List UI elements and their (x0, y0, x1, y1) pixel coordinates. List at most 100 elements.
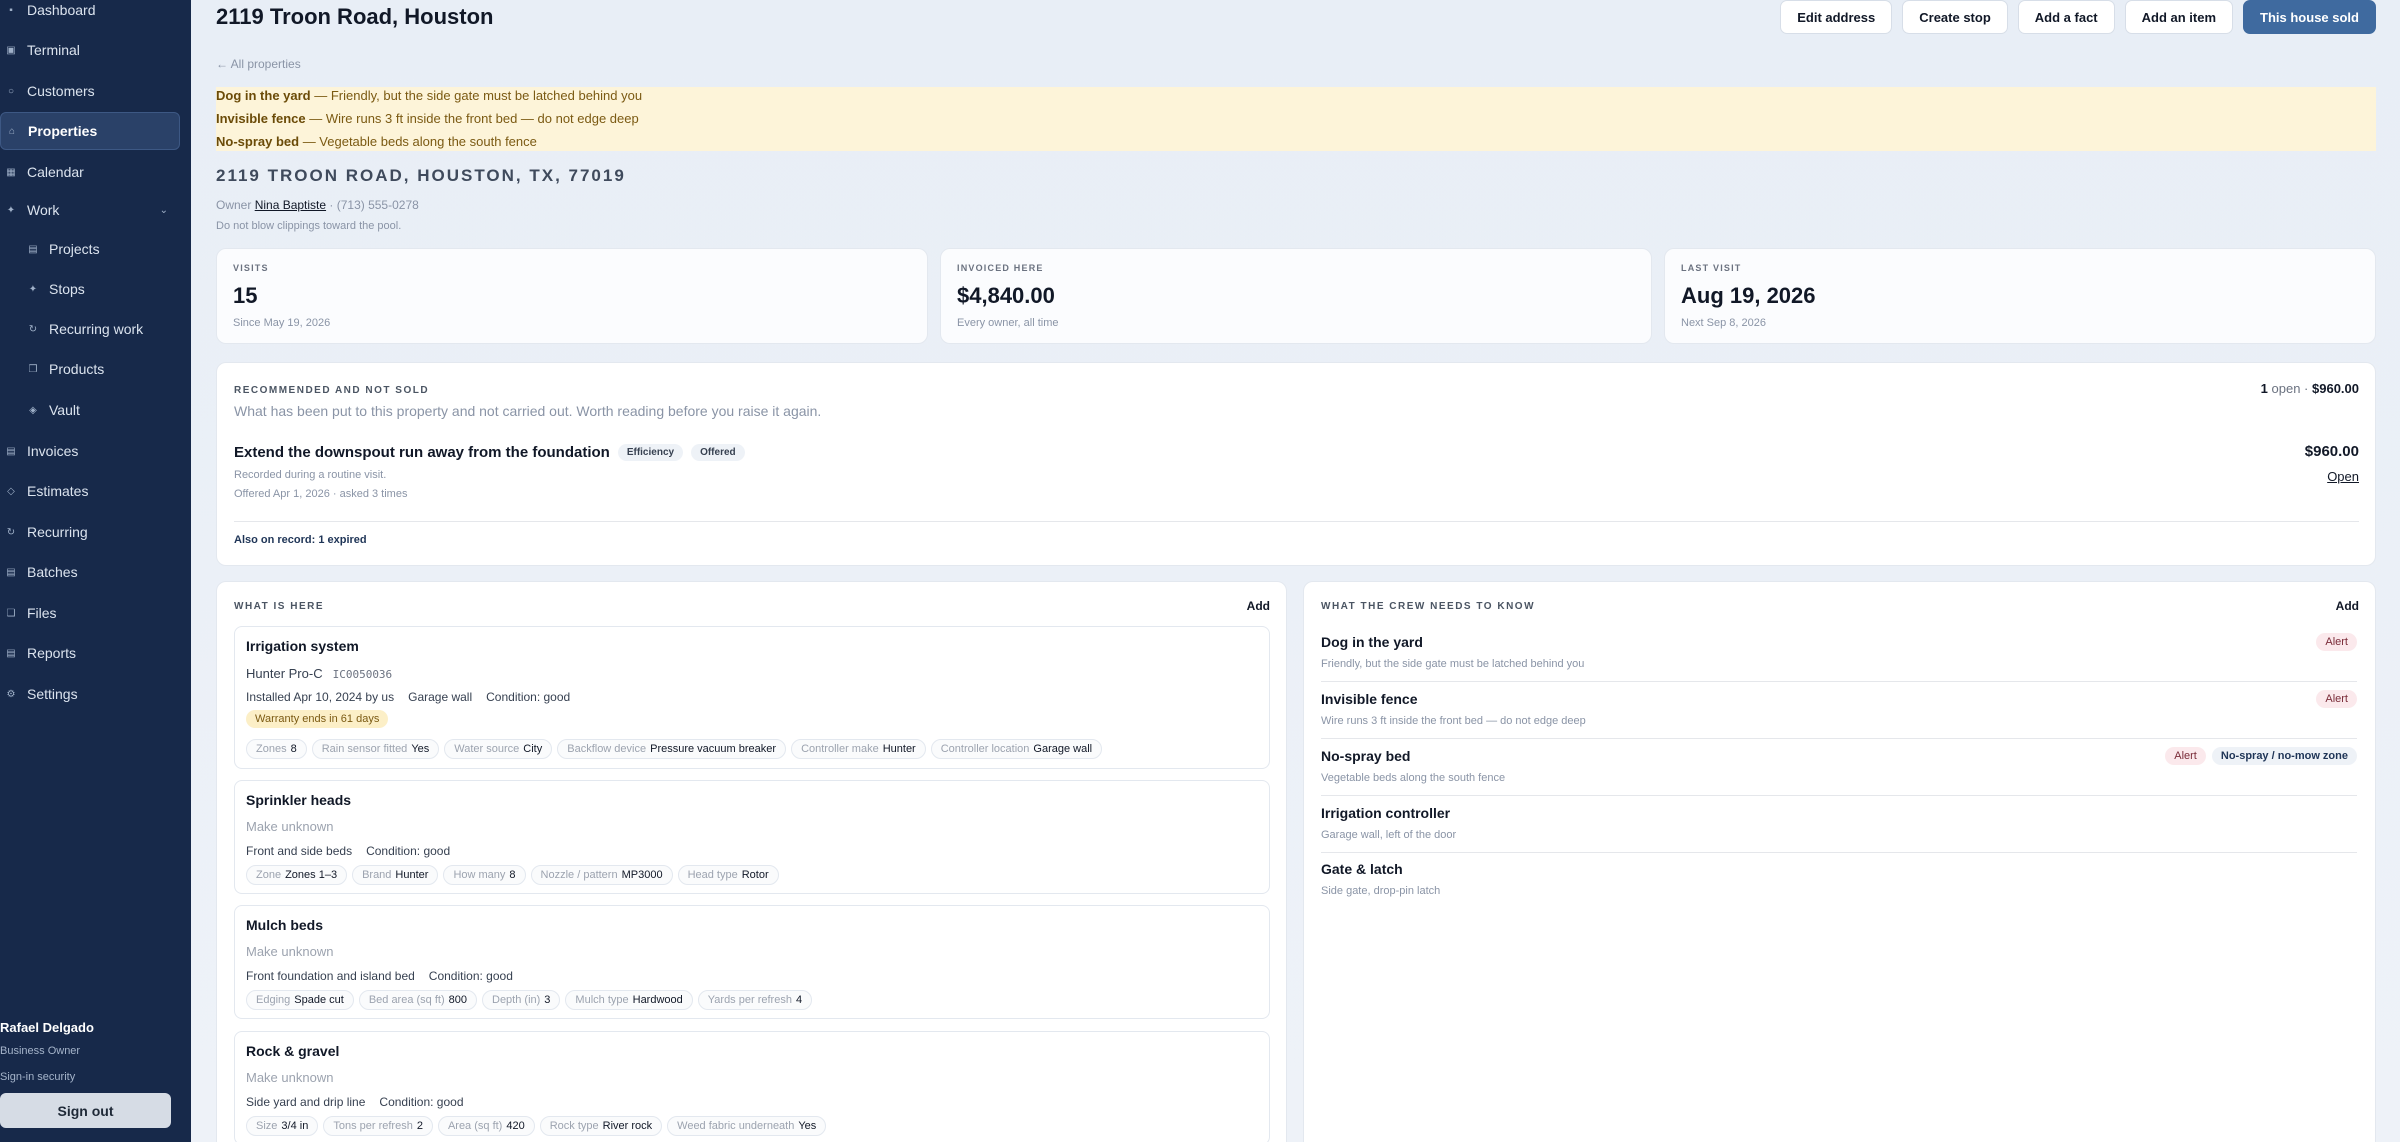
sidebar-item-terminal[interactable]: ▣ Terminal (0, 31, 180, 69)
asset-card[interactable]: Sprinkler heads Make unknown Front and s… (234, 780, 1270, 894)
chip-value: Hardwood (632, 994, 683, 1006)
add-fact-button[interactable]: Add a fact (2017, 0, 2115, 34)
crew-note[interactable]: Invisible fence Wire runs 3 ft inside th… (1321, 682, 2357, 739)
asset-details: Installed Apr 10, 2024 by us Garage wall C… (246, 690, 570, 704)
create-stop-button[interactable]: Create stop (1902, 0, 2008, 34)
owner-name-link[interactable]: Nina Baptiste (255, 198, 326, 212)
crew-note-desc: Wire runs 3 ft inside the front bed — do… (1321, 715, 1586, 727)
asset-serial: IC0050036 (332, 668, 393, 681)
sign-in-security-link[interactable]: Sign-in security (0, 1071, 75, 1083)
crew-note-desc: Vegetable beds along the south fence (1321, 772, 1506, 784)
chip-value: Hunter (395, 869, 429, 881)
asset-make: Make unknown (246, 819, 334, 834)
crew-note[interactable]: Gate & latch Side gate, drop-pin latch (1321, 852, 2357, 909)
recommended-card: RECOMMENDED AND NOT SOLD What has been p… (216, 362, 2376, 566)
sidebar-item-label: Properties (28, 123, 98, 139)
chevron-down-icon[interactable]: ⌄ (160, 205, 168, 216)
alert-tag: Alert (2165, 747, 2206, 765)
sidebar-item-label: Estimates (27, 483, 89, 499)
edit-address-button[interactable]: Edit address (1780, 0, 1893, 34)
stat-sub: Since May 19, 2026 (233, 317, 331, 329)
main-content: 2119 Troon Road, Houston Edit address Cr… (191, 0, 2400, 1142)
chip-value: Zones 1–3 (285, 869, 338, 881)
attribute-chip: Edging Spade cut (246, 990, 354, 1010)
sidebar-item-label: Terminal (27, 42, 80, 58)
crew-note-desc: Friendly, but the side gate must be latc… (1321, 658, 1585, 670)
add-item-button[interactable]: Add an item (2124, 0, 2234, 34)
dashboard-icon: ▪ (9, 4, 13, 16)
all-properties-link[interactable]: ← All properties (216, 57, 301, 71)
house-sold-button[interactable]: This house sold (2243, 0, 2376, 34)
sidebar-item-work[interactable]: ✦ Work ⌄ (0, 191, 180, 229)
sidebar-item-label: Customers (27, 83, 95, 99)
sidebar-item-properties[interactable]: ⌂ Properties (0, 112, 180, 150)
sidebar-item-reports[interactable]: ▤ Reports (0, 634, 180, 672)
batches-icon: ▤ (6, 566, 16, 578)
sidebar-item-calendar[interactable]: ▦ Calendar (0, 153, 180, 191)
sidebar-item-dashboard[interactable]: ▪ Dashboard (0, 0, 180, 29)
open-link[interactable]: Open (2327, 469, 2359, 484)
work-icon: ✦ (6, 204, 16, 216)
asset-card[interactable]: Irrigation system Hunter Pro-C IC0050036 … (234, 626, 1270, 769)
sidebar-item-customers[interactable]: ○ Customers (0, 72, 180, 110)
sidebar-item-projects[interactable]: ▤ Projects (0, 230, 180, 268)
crew-note[interactable]: No-spray bed Vegetable beds along the so… (1321, 739, 2357, 796)
attribute-chip: Weed fabric underneath Yes (667, 1116, 827, 1136)
sidebar-item-invoices[interactable]: ▤ Invoices (0, 432, 180, 470)
asset-chips: Size 3/4 in Tons per refresh 2 Area (sq ft… (246, 1116, 827, 1136)
sidebar-item-estimates[interactable]: ◇ Estimates (0, 472, 180, 510)
chip-key: Weed fabric underneath (677, 1120, 795, 1132)
recommendation-title[interactable]: Extend the downspout run away from the f… (234, 444, 745, 461)
tag-pill: Efficiency (617, 444, 684, 461)
stat-label: INVOICED HERE (957, 263, 1044, 273)
add-asset-link[interactable]: Add (1247, 599, 1270, 613)
asset-card[interactable]: Mulch beds Make unknown Front foundation… (234, 905, 1270, 1019)
crew-note[interactable]: Irrigation controller Garage wall, left … (1321, 796, 2357, 853)
tag-pill: Offered (691, 444, 745, 461)
sidebar-item-recurring-work[interactable]: ↻ Recurring work (0, 310, 180, 348)
sidebar-item-settings[interactable]: ⚙ Settings (0, 675, 180, 713)
asset-name: Mulch beds (246, 917, 324, 933)
attribute-chip: Rain sensor fitted Yes (311, 739, 440, 759)
chip-value: 2 (416, 1120, 423, 1132)
sidebar-item-files[interactable]: ❑ Files (0, 594, 180, 632)
asset-make: Make unknown (246, 944, 334, 959)
chip-key: Zone (256, 869, 282, 881)
chip-value: 4 (795, 994, 803, 1006)
chip-value: Yes (411, 743, 430, 755)
asset-condition: Condition: good (486, 690, 571, 704)
chip-value: 800 (448, 994, 467, 1006)
files-icon: ❑ (6, 607, 16, 619)
attribute-chip: Backflow device Pressure vacuum breaker (557, 739, 787, 759)
asset-location: Garage wall (408, 690, 473, 704)
alert-line: No-spray bed — Vegetable beds along the … (216, 134, 537, 149)
crew-note[interactable]: Dog in the yard Friendly, but the side g… (1321, 625, 2357, 682)
sidebar-item-label: Products (49, 361, 105, 377)
sidebar-item-vault[interactable]: ◈ Vault (0, 391, 180, 429)
chip-key: Controller location (940, 743, 1030, 755)
asset-chips: Edging Spade cut Bed area (sq ft) 800 Dept… (246, 990, 813, 1010)
stat-label: LAST VISIT (1681, 263, 1742, 273)
recommendation-note: Recorded during a routine visit. (234, 469, 387, 481)
calendar-icon: ▦ (6, 166, 16, 178)
add-crew-note-link[interactable]: Add (2336, 599, 2359, 613)
owner-phone: · (713) 555-0278 (329, 198, 419, 212)
asset-chips: Zone Zones 1–3 Brand Hunter How many 8 Nozz… (246, 865, 779, 885)
property-note: Do not blow clippings toward the pool. (216, 220, 402, 232)
section-heading: WHAT THE CREW NEEDS TO KNOW (1321, 601, 1536, 612)
alert-banner: Dog in the yard — Friendly, but the side… (216, 87, 2376, 151)
sidebar-item-recurring[interactable]: ↻ Recurring (0, 513, 180, 551)
chip-value: Yes (798, 1120, 817, 1132)
sidebar-item-stops[interactable]: ✦ Stops (0, 270, 180, 308)
stat-value: Aug 19, 2026 (1681, 283, 1816, 308)
header-actions: Edit address Create stop Add a fact Add … (1780, 0, 2376, 34)
alert-text: — Vegetable beds along the south fence (299, 134, 537, 149)
also-on-record-link[interactable]: Also on record: 1 expired (234, 534, 367, 546)
sidebar-item-label: Stops (49, 281, 85, 297)
sidebar-item-products[interactable]: ❒ Products (0, 350, 180, 388)
asset-card[interactable]: Rock & gravel Make unknown Side yard and… (234, 1031, 1270, 1142)
sign-out-button[interactable]: Sign out (0, 1093, 171, 1128)
alert-name: Invisible fence (216, 111, 306, 126)
crew-note-tags: Alert No-spray / no-mow zone (2165, 747, 2357, 765)
sidebar-item-batches[interactable]: ▤ Batches (0, 553, 180, 591)
